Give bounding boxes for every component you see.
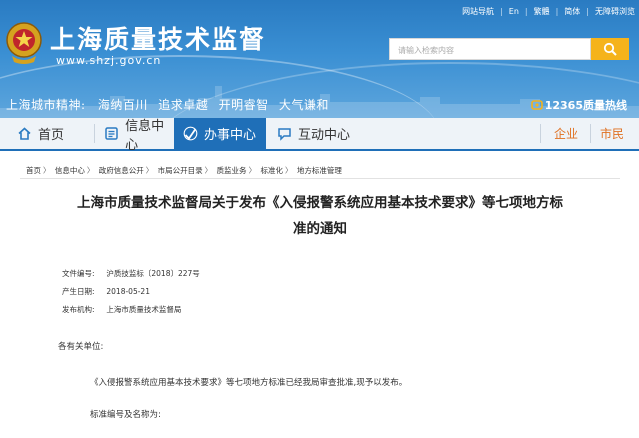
service-icon xyxy=(182,126,198,142)
article-title: 上海市质量技术监督局关于发布《入侵报警系统应用基本技术要求》等七项地方标 准的通… xyxy=(55,190,585,242)
meta-value: 上海市质量技术监督局 xyxy=(106,305,182,314)
toplink-site-nav[interactable]: 网站导航 xyxy=(462,6,494,17)
meta-date: 产生日期: 2018-05-21 xyxy=(62,286,150,297)
main-nav: 首页 信息中心 办事中心 互动中心 企业 市民 xyxy=(0,118,639,153)
national-emblem-logo[interactable] xyxy=(4,20,44,66)
separator: | xyxy=(500,7,503,16)
toplink-traditional[interactable]: 繁體 xyxy=(534,6,550,17)
article-paragraph: 《入侵报警系统应用基本技术要求》等七项地方标准已经我局审查批准,现予以发布。 xyxy=(90,378,408,388)
breadcrumb-separator: 〉 xyxy=(284,166,293,175)
hotline-text: 12365质量热线 xyxy=(544,99,627,112)
article-salutation: 各有关单位: xyxy=(58,342,104,352)
meta-label: 发布机构: xyxy=(62,305,95,314)
breadcrumb-separator: 〉 xyxy=(43,166,51,175)
nav-info-label: 信息中心 xyxy=(125,118,165,153)
breadcrumb-item[interactable]: 质监业务 xyxy=(217,166,247,175)
site-header: 上海质量技术监督 www.shzj.gov.cn 网站导航 | En | 繁體 … xyxy=(0,0,639,118)
breadcrumb-item[interactable]: 政府信息公开 xyxy=(99,166,144,175)
meta-publisher: 发布机构: 上海市质量技术监督局 xyxy=(62,304,181,315)
info-icon xyxy=(104,126,119,142)
site-title[interactable]: 上海质量技术监督 xyxy=(50,20,266,56)
meta-label: 产生日期: xyxy=(62,287,95,296)
meta-doc-number: 文件编号: 沪质技监标〔2018〕227号 xyxy=(62,268,200,279)
nav-divider xyxy=(540,124,541,143)
toplink-simplified[interactable]: 简体 xyxy=(564,6,580,17)
city-spirit-item: 开明睿智 xyxy=(218,98,269,112)
separator: | xyxy=(586,7,589,16)
separator: | xyxy=(524,7,528,16)
quality-hotline[interactable]: 12365质量热线 xyxy=(530,97,627,113)
meta-value: 沪质技监标〔2018〕227号 xyxy=(106,269,200,278)
nav-service-label: 办事中心 xyxy=(204,128,257,143)
top-links: 网站导航 | En | 繁體 | 简体 | 无障碍浏览 xyxy=(462,6,635,17)
search-input[interactable]: 请输入检索内容 xyxy=(389,38,591,60)
nav-home[interactable]: 首页 xyxy=(16,118,88,149)
breadcrumb: 首页〉 信息中心〉 政府信息公开〉 市局公开目录〉 质监业务〉 标准化〉 地方标… xyxy=(26,165,344,176)
city-spirit-item: 大气谦和 xyxy=(278,98,329,112)
nav-divider xyxy=(590,124,591,143)
nav-info-center[interactable]: 信息中心 xyxy=(98,118,174,153)
nav-interaction-label: 互动中心 xyxy=(298,128,351,143)
site-url: www.shzj.gov.cn xyxy=(56,54,162,67)
phone-icon xyxy=(530,100,543,110)
article-title-line: 上海市质量技术监督局关于发布《入侵报警系统应用基本技术要求》等七项地方标 xyxy=(77,195,563,211)
home-icon xyxy=(16,126,32,142)
breadcrumb-item[interactable]: 首页 xyxy=(26,166,41,175)
breadcrumb-separator: 〉 xyxy=(204,166,213,175)
city-spirit-item: 追求卓越 xyxy=(158,98,209,112)
nav-divider xyxy=(94,124,95,143)
breadcrumb-item[interactable]: 信息中心 xyxy=(55,166,85,175)
meta-value: 2018-05-21 xyxy=(106,287,150,296)
breadcrumb-separator: 〉 xyxy=(248,166,257,175)
breadcrumb-separator: 〉 xyxy=(145,166,154,175)
search-icon xyxy=(603,42,617,56)
breadcrumb-item[interactable]: 标准化 xyxy=(260,166,283,175)
article-title-line: 准的通知 xyxy=(293,221,347,237)
chat-icon xyxy=(276,126,292,142)
toplink-accessibility[interactable]: 无障碍浏览 xyxy=(595,6,635,17)
nav-service-center[interactable]: 办事中心 xyxy=(174,118,266,149)
breadcrumb-separator: 〉 xyxy=(86,166,95,175)
nav-home-label: 首页 xyxy=(38,128,65,143)
nav-interaction-center[interactable]: 互动中心 xyxy=(276,118,366,149)
breadcrumb-divider xyxy=(20,178,620,179)
meta-label: 文件编号: xyxy=(62,269,95,278)
search-button[interactable] xyxy=(591,38,629,60)
city-spirit-slogan: 上海城市精神: 海纳百川 追求卓越 开明睿智 大气谦和 xyxy=(6,96,329,113)
article-paragraph: 标准编号及名称为: xyxy=(90,410,161,420)
city-spirit-label: 上海城市精神: xyxy=(6,98,86,112)
nav-enterprise[interactable]: 企业 xyxy=(542,118,590,149)
nav-citizen[interactable]: 市民 xyxy=(592,118,632,149)
city-spirit-item: 海纳百川 xyxy=(97,98,148,112)
breadcrumb-item[interactable]: 市局公开目录 xyxy=(158,166,203,175)
toplink-english[interactable]: En xyxy=(509,7,519,16)
breadcrumb-item[interactable]: 地方标准管理 xyxy=(297,166,342,175)
separator: | xyxy=(555,7,559,16)
